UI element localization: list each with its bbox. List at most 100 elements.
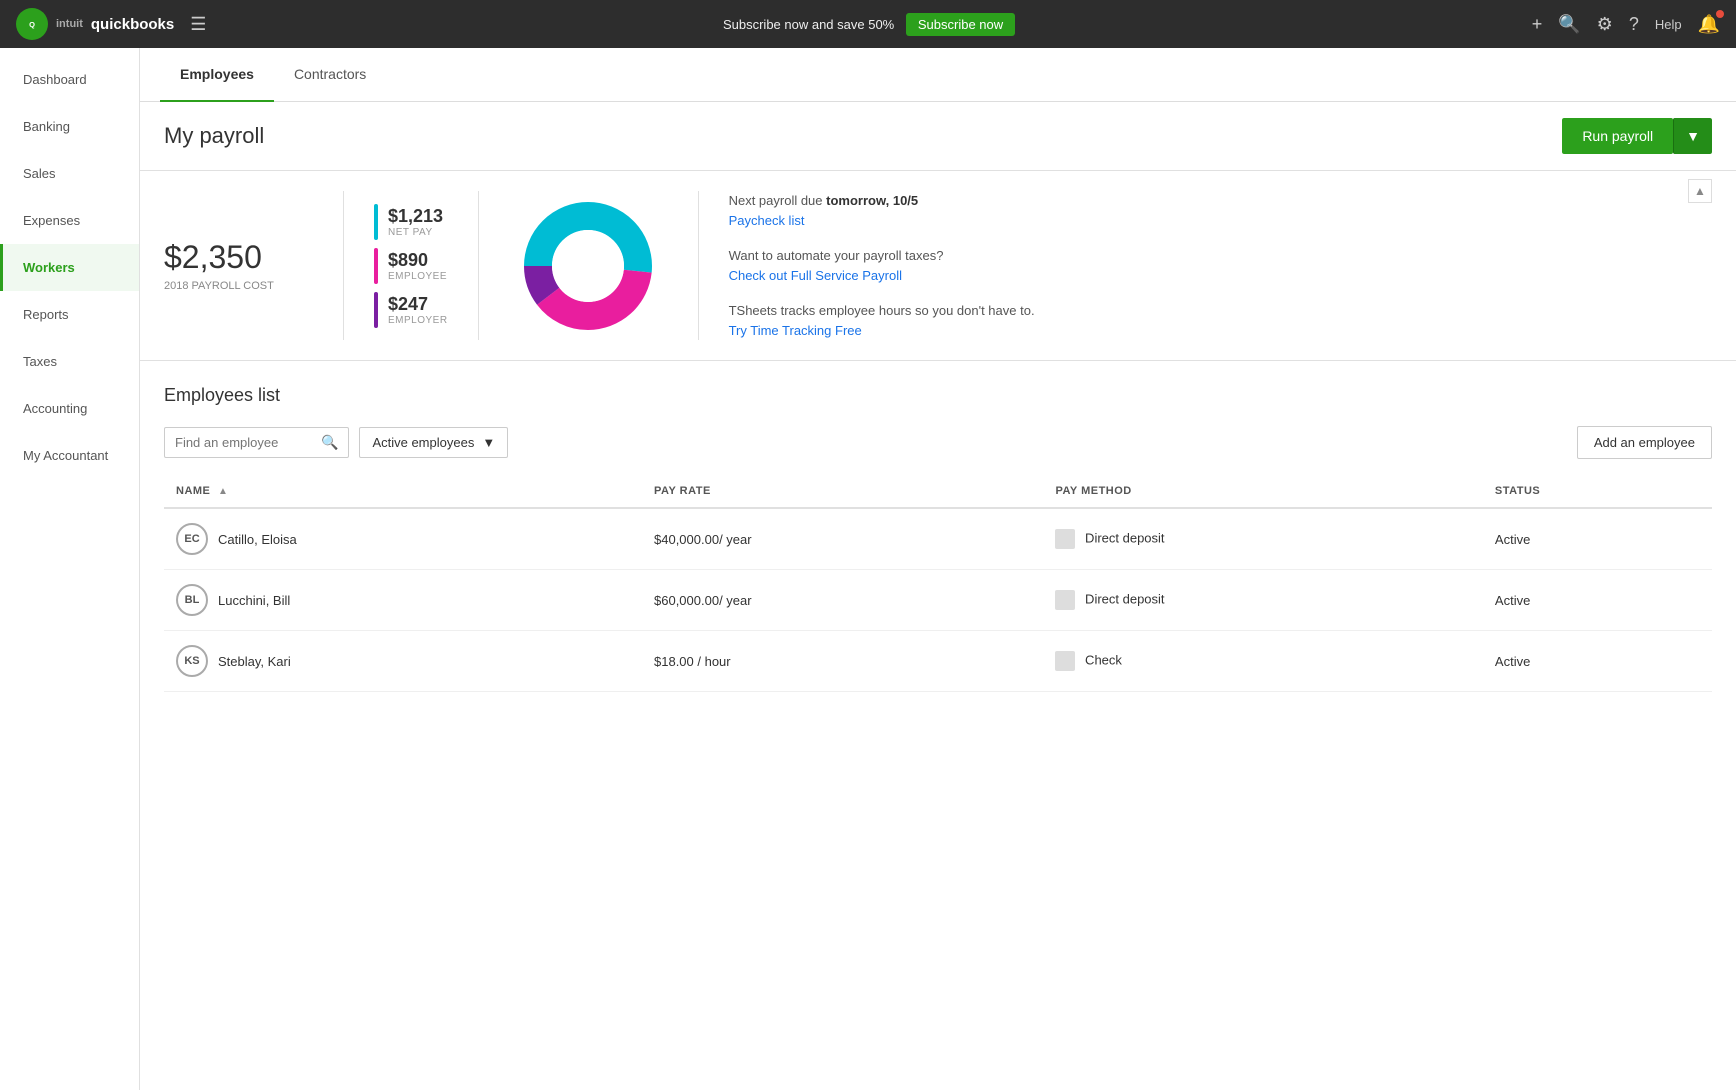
page-title: My payroll [164, 123, 264, 149]
notification-dot [1716, 10, 1724, 18]
run-payroll-dropdown-button[interactable]: ▼ [1673, 118, 1712, 154]
payroll-breakdown: $1,213 NET PAY $890 EMPLOYEE $247 EMPL [344, 191, 479, 340]
full-service-payroll-link[interactable]: Check out Full Service Payroll [729, 268, 902, 283]
net-pay-bar [374, 204, 378, 240]
tabs: Employees Contractors [140, 48, 1736, 102]
employee-pay-rate: $18.00 / hour [642, 631, 1043, 692]
tsheets-info: TSheets tracks employee hours so you don… [729, 301, 1682, 340]
search-icon[interactable]: 🔍 [1558, 14, 1580, 35]
employees-list-title: Employees list [164, 385, 1712, 406]
tab-contractors[interactable]: Contractors [274, 48, 386, 102]
help-label[interactable]: Help [1655, 17, 1682, 32]
employee-name: Lucchini, Bill [218, 593, 290, 608]
sidebar-item-workers[interactable]: Workers [0, 244, 139, 291]
employee-name-cell: EC Catillo, Eloisa [164, 508, 642, 570]
employee-pay-method: Check [1043, 631, 1482, 692]
sidebar-item-taxes[interactable]: Taxes [0, 338, 139, 385]
toolbar-left: 🔍 Active employees ▼ [164, 427, 508, 458]
help-icon[interactable]: ? [1629, 14, 1639, 35]
sidebar: Dashboard Banking Sales Expenses Workers… [0, 48, 140, 1090]
employees-toolbar: 🔍 Active employees ▼ Add an employee [164, 426, 1712, 459]
plus-icon[interactable]: + [1532, 14, 1543, 35]
net-pay-label: NET PAY [388, 227, 443, 238]
filter-dropdown[interactable]: Active employees ▼ [359, 427, 508, 458]
payroll-summary: $2,350 2018 PAYROLL COST $1,213 NET PAY … [140, 171, 1736, 361]
employee-pay-rate: $60,000.00/ year [642, 570, 1043, 631]
topnav-icons: + 🔍 ⚙ ? Help 🔔 [1532, 14, 1720, 35]
payroll-total-label: 2018 PAYROLL COST [164, 280, 313, 292]
donut-chart [518, 196, 658, 336]
logo[interactable]: Q intuit quickbooks [16, 8, 174, 40]
payroll-info: Next payroll due tomorrow, 10/5 Paycheck… [699, 191, 1712, 340]
sidebar-item-expenses[interactable]: Expenses [0, 197, 139, 244]
employee-status: Active [1483, 631, 1712, 692]
employee-pay-rate: $40,000.00/ year [642, 508, 1043, 570]
sidebar-item-accounting[interactable]: Accounting [0, 385, 139, 432]
sidebar-item-banking[interactable]: Banking [0, 103, 139, 150]
search-input[interactable] [175, 435, 315, 450]
employer-bar [374, 292, 378, 328]
employee-pay-method: Direct deposit [1043, 508, 1482, 570]
sidebar-item-sales[interactable]: Sales [0, 150, 139, 197]
employee-bar [374, 248, 378, 284]
payroll-chart [479, 191, 699, 340]
settings-icon[interactable]: ⚙ [1597, 14, 1613, 35]
col-pay-method: PAY METHOD [1043, 475, 1482, 508]
sidebar-item-reports[interactable]: Reports [0, 291, 139, 338]
employee-name: Steblay, Kari [218, 654, 291, 669]
logo-icon: Q [16, 8, 48, 40]
tab-employees[interactable]: Employees [160, 48, 274, 102]
employee-pay-method: Direct deposit [1043, 570, 1482, 631]
promo-banner: Subscribe now and save 50% Subscribe now [206, 13, 1531, 36]
next-payroll-info: Next payroll due tomorrow, 10/5 Paycheck… [729, 191, 1682, 230]
sort-icon[interactable]: ▲ [218, 486, 228, 497]
employee-status: Active [1483, 508, 1712, 570]
sidebar-item-my-accountant[interactable]: My Accountant [0, 432, 139, 479]
employee-name-cell: BL Lucchini, Bill [164, 570, 642, 631]
employee-avatar: BL [176, 584, 208, 616]
notification-icon[interactable]: 🔔 [1698, 14, 1720, 35]
page-header: My payroll Run payroll ▼ [140, 102, 1736, 171]
payroll-total-amount: $2,350 [164, 239, 313, 276]
pay-method-icon [1055, 590, 1075, 610]
collapse-button[interactable]: ▲ [1688, 179, 1712, 203]
menu-hamburger-icon[interactable]: ☰ [190, 14, 206, 35]
main-content: Employees Contractors My payroll Run pay… [140, 48, 1736, 1090]
automate-info: Want to automate your payroll taxes? Che… [729, 246, 1682, 285]
employees-table: NAME ▲ PAY RATE PAY METHOD STATUS EC Cat… [164, 475, 1712, 692]
add-employee-button[interactable]: Add an employee [1577, 426, 1712, 459]
employees-section: Employees list 🔍 Active employees ▼ Add … [140, 361, 1736, 716]
sidebar-item-dashboard[interactable]: Dashboard [0, 56, 139, 103]
employee-amount: $890 [388, 250, 447, 271]
breakdown-employee: $890 EMPLOYEE [374, 248, 448, 284]
run-payroll-button[interactable]: Run payroll [1562, 118, 1673, 154]
employer-label: EMPLOYER [388, 315, 448, 326]
paycheck-list-link[interactable]: Paycheck list [729, 213, 805, 228]
chevron-down-icon: ▼ [482, 435, 495, 450]
pay-method-icon [1055, 651, 1075, 671]
table-row[interactable]: KS Steblay, Kari $18.00 / hour Check Act… [164, 631, 1712, 692]
employee-name-cell: KS Steblay, Kari [164, 631, 642, 692]
breakdown-employer: $247 EMPLOYER [374, 292, 448, 328]
col-status: STATUS [1483, 475, 1712, 508]
net-pay-amount: $1,213 [388, 206, 443, 227]
employee-avatar: EC [176, 523, 208, 555]
filter-label: Active employees [372, 435, 474, 450]
col-name: NAME ▲ [164, 475, 642, 508]
topnav: Q intuit quickbooks ☰ Subscribe now and … [0, 0, 1736, 48]
search-box[interactable]: 🔍 [164, 427, 349, 458]
time-tracking-link[interactable]: Try Time Tracking Free [729, 323, 862, 338]
employee-status: Active [1483, 570, 1712, 631]
payroll-total: $2,350 2018 PAYROLL COST [164, 191, 344, 340]
employee-label: EMPLOYEE [388, 271, 447, 282]
employee-avatar: KS [176, 645, 208, 677]
col-pay-rate: PAY RATE [642, 475, 1043, 508]
table-row[interactable]: EC Catillo, Eloisa $40,000.00/ year Dire… [164, 508, 1712, 570]
table-header-row: NAME ▲ PAY RATE PAY METHOD STATUS [164, 475, 1712, 508]
table-row[interactable]: BL Lucchini, Bill $60,000.00/ year Direc… [164, 570, 1712, 631]
search-icon: 🔍 [321, 434, 338, 451]
subscribe-now-button[interactable]: Subscribe now [906, 13, 1015, 36]
svg-text:Q: Q [29, 20, 35, 29]
run-payroll-button-group: Run payroll ▼ [1562, 118, 1712, 154]
employee-name: Catillo, Eloisa [218, 532, 297, 547]
